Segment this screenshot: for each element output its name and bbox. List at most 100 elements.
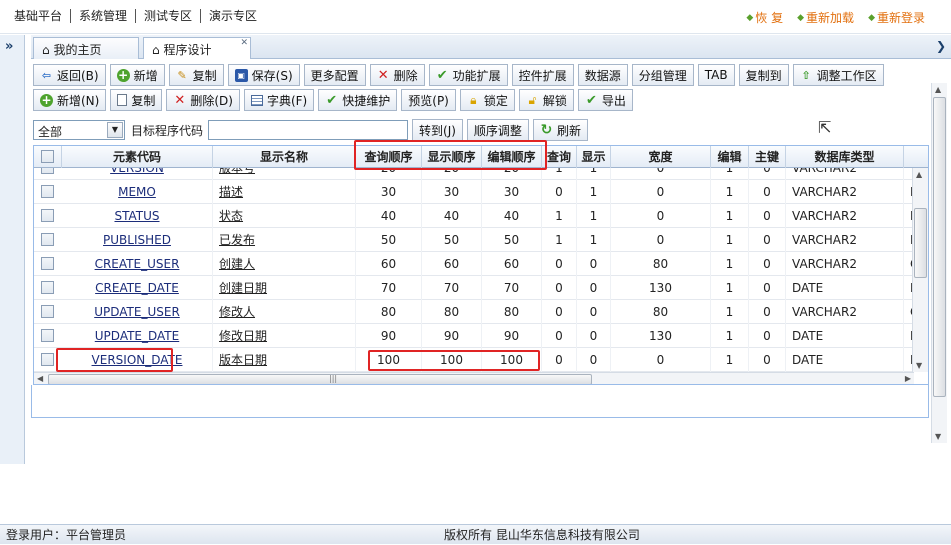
save-button[interactable]: ▣ 保存(S) — [227, 64, 300, 86]
control-extend-button[interactable]: 控件扩展 — [511, 64, 574, 86]
cell-col-0[interactable]: CREATE_DATE — [62, 276, 213, 300]
nav-item-demo-zone[interactable]: 演示专区 — [200, 9, 265, 23]
quick-maintain-button[interactable]: ✔ 快捷维护 — [318, 89, 398, 111]
cell-col-1[interactable]: 创建人 — [213, 252, 356, 276]
display-name-link[interactable]: 修改人 — [219, 305, 255, 319]
dictionary-button[interactable]: 字典(F) — [243, 89, 315, 111]
element-code-link[interactable]: CREATE_DATE — [95, 281, 179, 295]
grid-horizontal-scrollbar[interactable]: ◀ ||| ▶ — [34, 372, 914, 384]
tab-program-design[interactable]: ⌂ 程序设计 ✕ — [143, 37, 251, 59]
cell-col-1[interactable]: 描述 — [213, 180, 356, 204]
new-button[interactable]: + 新增 — [109, 64, 165, 86]
display-name-link[interactable]: 创建人 — [219, 257, 255, 271]
row-copy-button[interactable]: 复制 — [110, 89, 163, 111]
display-name-link[interactable]: 已发布 — [219, 233, 255, 247]
copy-to-button[interactable]: 复制到 — [738, 64, 789, 86]
row-checkbox[interactable] — [41, 329, 54, 342]
row-checkbox[interactable] — [41, 168, 54, 174]
scroll-left-icon[interactable]: ◀ — [37, 374, 43, 383]
relogin-button[interactable]: ◆ 重新登录 — [868, 9, 925, 26]
order-adjust-button[interactable]: 顺序调整 — [466, 119, 529, 141]
tab-button[interactable]: TAB — [697, 64, 735, 86]
scope-select[interactable]: 全部 ▼ — [33, 120, 125, 140]
display-name-link[interactable]: 版本号 — [219, 168, 255, 175]
unlock-button[interactable]: 🔓︎ 解锁 — [518, 89, 574, 111]
column-header-7[interactable]: 宽度 — [611, 146, 711, 168]
grid-vscroll-thumb[interactable] — [914, 208, 927, 278]
page-vertical-scrollbar[interactable]: ▲ ▼ — [931, 83, 947, 443]
element-code-link[interactable]: PUBLISHED — [103, 233, 171, 247]
nav-item-base-platform[interactable]: 基础平台 — [0, 9, 70, 23]
target-program-input[interactable] — [208, 120, 409, 140]
datasource-button[interactable]: 数据源 — [577, 64, 628, 86]
table-row[interactable]: CREATE_DATE创建日期7070700013010DATED — [34, 276, 914, 300]
scroll-right-icon[interactable]: ▶ — [905, 374, 911, 383]
column-header-2[interactable]: 查询顺序 — [356, 146, 422, 168]
table-row[interactable]: CREATE_USER创建人606060008010VARCHAR2C — [34, 252, 914, 276]
goto-button[interactable]: 转到(J) — [412, 119, 463, 141]
preview-button[interactable]: 预览(P) — [401, 89, 456, 111]
row-checkbox[interactable] — [41, 353, 54, 366]
cell-col-0[interactable]: UPDATE_USER — [62, 300, 213, 324]
nav-item-test-zone[interactable]: 测试专区 — [135, 9, 200, 23]
element-code-link[interactable]: STATUS — [114, 209, 159, 223]
row-checkbox[interactable] — [41, 233, 54, 246]
display-name-link[interactable]: 描述 — [219, 185, 243, 199]
scroll-up-icon[interactable]: ▲ — [916, 170, 922, 179]
cell-col-0[interactable]: VERSION — [62, 168, 213, 180]
close-icon[interactable]: ✕ — [240, 38, 248, 48]
column-header-3[interactable]: 显示顺序 — [422, 146, 482, 168]
cell-col-0[interactable]: STATUS — [62, 204, 213, 228]
table-row[interactable]: VERSION_DATE版本日期10010010000010DATED — [34, 348, 914, 372]
page-vscroll-thumb[interactable] — [933, 97, 946, 397]
back-button[interactable]: ⇦ 返回(B) — [33, 64, 106, 86]
table-row[interactable]: UPDATE_USER修改人808080008010VARCHAR2C — [34, 300, 914, 324]
column-header-4[interactable]: 编辑顺序 — [482, 146, 542, 168]
row-checkbox[interactable] — [41, 185, 54, 198]
delete-button[interactable]: ✕ 删除 — [369, 64, 425, 86]
element-code-link[interactable]: MEMO — [118, 185, 156, 199]
cell-col-1[interactable]: 创建日期 — [213, 276, 356, 300]
scroll-up-icon[interactable]: ▲ — [935, 85, 941, 94]
element-code-link[interactable]: VERSION_DATE — [92, 353, 183, 367]
copy-button[interactable]: ✎ 复制 — [168, 64, 224, 86]
element-code-link[interactable]: UPDATE_DATE — [95, 329, 179, 343]
export-button[interactable]: ✔ 导出 — [577, 89, 633, 111]
display-name-link[interactable]: 状态 — [219, 209, 243, 223]
cell-col-1[interactable]: 版本日期 — [213, 348, 356, 372]
element-code-link[interactable]: VERSION — [110, 168, 164, 175]
column-header-1[interactable]: 显示名称 — [213, 146, 356, 168]
table-row[interactable]: VERSION 版本号 20 20 20 1 1 0 1 0 VARCHAR2 — [34, 168, 914, 180]
cell-col-0[interactable]: MEMO — [62, 180, 213, 204]
column-header-10[interactable]: 数据库类型 — [786, 146, 904, 168]
grid-vertical-scrollbar[interactable]: ▲ ▼ — [912, 168, 928, 372]
column-header-8[interactable]: 编辑 — [711, 146, 749, 168]
table-row[interactable]: PUBLISHED已发布50505011010VARCHAR2D — [34, 228, 914, 252]
cell-col-0[interactable]: PUBLISHED — [62, 228, 213, 252]
scroll-down-icon[interactable]: ▼ — [916, 361, 922, 370]
chevron-down-icon[interactable]: ▼ — [107, 122, 123, 138]
function-extend-button[interactable]: ✔ 功能扩展 — [428, 64, 508, 86]
cell-col-1[interactable]: 已发布 — [213, 228, 356, 252]
table-row[interactable]: STATUS状态40404011010VARCHAR2D — [34, 204, 914, 228]
chevron-down-icon[interactable]: ❯ — [936, 39, 946, 53]
tab-my-home[interactable]: ⌂ 我的主页 — [33, 37, 139, 59]
cell-col-0[interactable]: CREATE_USER — [62, 252, 213, 276]
refresh-button[interactable]: ↻ 刷新 — [532, 119, 588, 141]
column-header-0[interactable]: 元素代码 — [62, 146, 213, 168]
row-delete-button[interactable]: ✕ 删除(D) — [166, 89, 240, 111]
more-config-button[interactable]: 更多配置 — [303, 64, 366, 86]
nav-item-system-management[interactable]: 系统管理 — [70, 9, 135, 23]
column-header-6[interactable]: 显示 — [577, 146, 611, 168]
cell-col-0[interactable]: VERSION_DATE — [62, 348, 213, 372]
adjust-workspace-button[interactable]: ⇧ 调整工作区 — [792, 64, 884, 86]
display-name-link[interactable]: 创建日期 — [219, 281, 267, 295]
cell-col-1[interactable]: 修改日期 — [213, 324, 356, 348]
cell-col-1[interactable]: 版本号 — [213, 168, 356, 180]
column-header-5[interactable]: 查询 — [542, 146, 577, 168]
lock-button[interactable]: 🔒︎ 锁定 — [459, 89, 515, 111]
expand-sidebar-icon[interactable]: » — [5, 39, 13, 54]
table-row[interactable]: UPDATE_DATE修改日期9090900013010DATED — [34, 324, 914, 348]
element-code-link[interactable]: CREATE_USER — [95, 257, 180, 271]
group-manage-button[interactable]: 分组管理 — [631, 64, 694, 86]
